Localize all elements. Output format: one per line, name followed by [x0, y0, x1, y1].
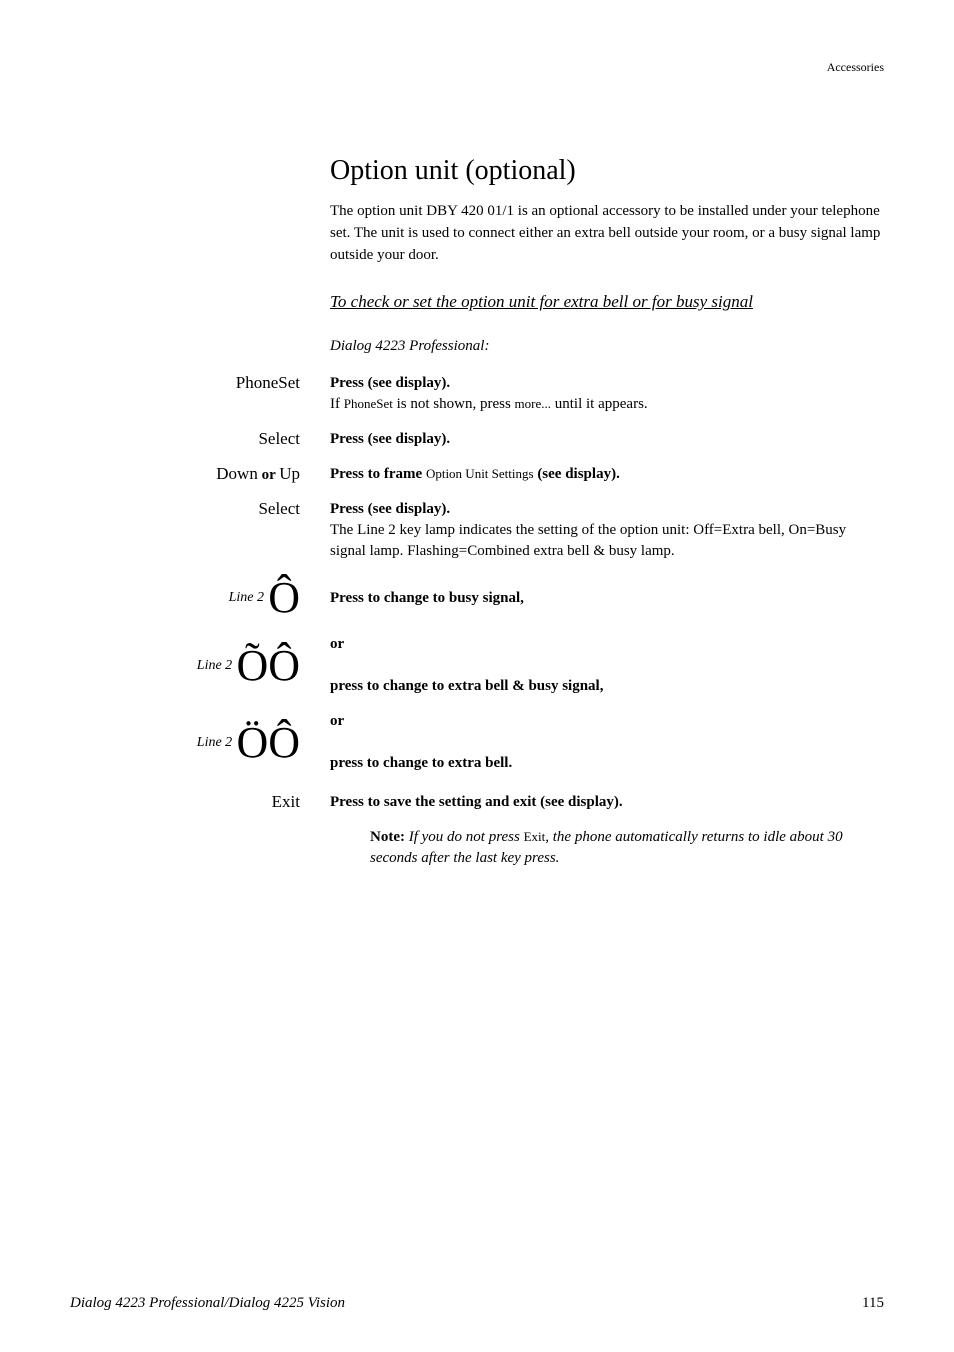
small-text-phoneset: PhoneSet: [344, 396, 393, 411]
note-block: Note: If you do not press Exit, the phon…: [370, 827, 884, 869]
footer: Dialog 4223 Professional/Dialog 4225 Vis…: [70, 1295, 884, 1312]
instruction-row: Line 2 ÕÔ or press to change to extra be…: [70, 634, 884, 697]
left-label-phoneset: PhoneSet: [70, 373, 330, 393]
intro-text: The option unit DBY 420 01/1 is an optio…: [330, 201, 884, 266]
bold-text: press to change to extra bell & busy sig…: [330, 678, 603, 694]
bold-text: Press (see display).: [330, 501, 450, 517]
instruction-row: Line 2 ÖÔ or press to change to extra be…: [70, 711, 884, 774]
key-icon: Ô: [268, 721, 300, 765]
key-icon: Ö: [236, 721, 268, 765]
section-title: Option unit (optional): [330, 155, 884, 187]
right-text: Press to save the setting and exit (see …: [330, 792, 884, 813]
line-label: Line 2: [229, 590, 264, 606]
left-label-down-up: Down or Up: [70, 464, 330, 484]
bold-text: Press to save the setting and exit (see …: [330, 794, 623, 810]
main-content: Option unit (optional) The option unit D…: [330, 155, 884, 355]
line-label: Line 2: [197, 735, 232, 751]
left-label-select: Select: [70, 499, 330, 519]
left-label-select: Select: [70, 429, 330, 449]
right-text: Press to frame Option Unit Settings (see…: [330, 464, 884, 485]
plain-text: The Line 2 key lamp indicates the settin…: [330, 522, 846, 559]
label-or: or: [258, 467, 279, 483]
plain-text: is not shown, press: [393, 396, 515, 412]
plain-text: until it appears.: [551, 396, 648, 412]
small-text-more: more...: [515, 396, 551, 411]
footer-page-number: 115: [862, 1295, 884, 1312]
left-label-line2: Line 2 Ô: [70, 576, 330, 620]
right-text: or press to change to extra bell & busy …: [330, 634, 884, 697]
or-text: or: [330, 713, 344, 729]
bold-text: Press (see display).: [330, 431, 450, 447]
right-text: Press (see display).: [330, 429, 884, 450]
bold-text: Press to frame: [330, 466, 426, 482]
small-text-option-unit: Option Unit Settings: [426, 466, 534, 481]
right-text: Press (see display). If PhoneSet is not …: [330, 373, 884, 415]
key-icon: Ô: [268, 644, 300, 688]
note-exit-small: Exit: [524, 829, 546, 844]
instruction-row: Line 2 Ô Press to change to busy signal,: [70, 576, 884, 620]
bold-text: Press to change to busy signal,: [330, 590, 524, 606]
note-label: Note:: [370, 829, 409, 845]
plain-text: If: [330, 396, 344, 412]
line-label: Line 2: [197, 658, 232, 674]
right-text: Press to change to busy signal,: [330, 588, 884, 609]
footer-left: Dialog 4223 Professional/Dialog 4225 Vis…: [70, 1295, 345, 1312]
label-up: Up: [279, 464, 300, 483]
page: Accessories Option unit (optional) The o…: [0, 0, 954, 1352]
subsection-title: To check or set the option unit for extr…: [330, 292, 884, 312]
instruction-row: PhoneSet Press (see display). If PhoneSe…: [70, 373, 884, 415]
key-icon: Õ: [236, 644, 268, 688]
right-text: Press (see display). The Line 2 key lamp…: [330, 499, 884, 562]
bold-text: Press (see display).: [330, 375, 450, 391]
left-label-line2: Line 2 ÕÔ: [70, 644, 330, 688]
instruction-row: Select Press (see display). The Line 2 k…: [70, 499, 884, 562]
instruction-row: Select Press (see display).: [70, 429, 884, 450]
left-label-line2: Line 2 ÖÔ: [70, 721, 330, 765]
key-icon: Ô: [268, 576, 300, 620]
header-category: Accessories: [70, 60, 884, 75]
instruction-row: Down or Up Press to frame Option Unit Se…: [70, 464, 884, 485]
left-label-exit: Exit: [70, 792, 330, 812]
note-text: If you do not press: [409, 829, 524, 845]
bold-text: press to change to extra bell.: [330, 755, 512, 771]
label-down: Down: [216, 464, 258, 483]
right-text: or press to change to extra bell.: [330, 711, 884, 774]
instruction-row: Exit Press to save the setting and exit …: [70, 792, 884, 813]
bold-text: (see display).: [534, 466, 620, 482]
or-text: or: [330, 636, 344, 652]
model-label: Dialog 4223 Professional:: [330, 338, 884, 355]
